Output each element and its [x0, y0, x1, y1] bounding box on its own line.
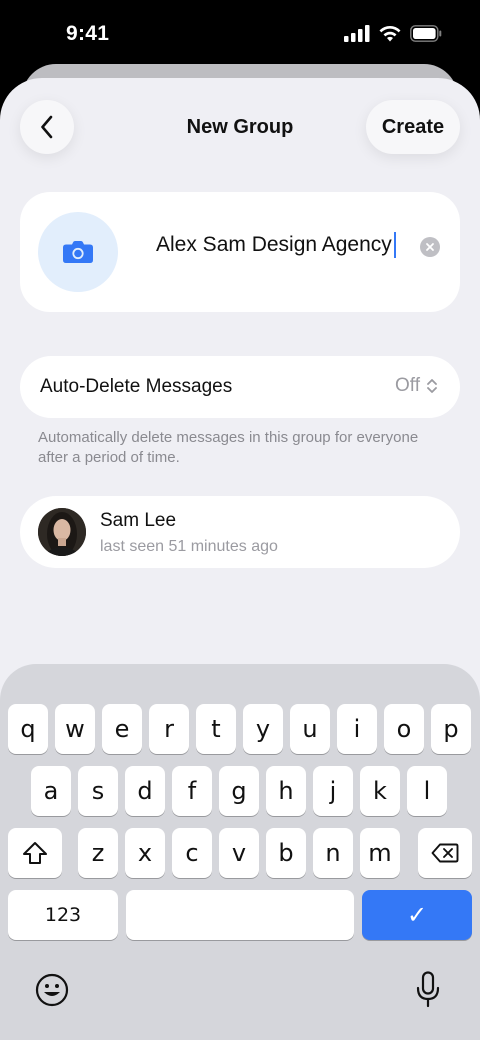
key-j[interactable]: j: [313, 766, 353, 816]
key-b[interactable]: b: [266, 828, 306, 878]
status-time: 9:41: [66, 22, 110, 45]
new-group-sheet: New Group Create Alex Sam Design Agency …: [0, 78, 480, 1040]
key-i[interactable]: i: [337, 704, 377, 754]
auto-delete-selector[interactable]: Off: [395, 375, 438, 397]
key-v[interactable]: v: [219, 828, 259, 878]
key-n[interactable]: n: [313, 828, 353, 878]
key-w[interactable]: w: [55, 704, 95, 754]
avatar: [38, 508, 86, 556]
battery-icon: [410, 25, 442, 42]
key-u[interactable]: u: [290, 704, 330, 754]
close-icon: [426, 243, 434, 251]
key-c[interactable]: c: [172, 828, 212, 878]
shift-key[interactable]: [8, 828, 62, 878]
member-last-seen: last seen 51 minutes ago: [100, 538, 278, 555]
emoji-icon: [35, 973, 69, 1007]
shift-icon: [23, 842, 47, 864]
backspace-icon: [431, 843, 459, 863]
key-m[interactable]: m: [360, 828, 400, 878]
key-x[interactable]: x: [125, 828, 165, 878]
delete-key[interactable]: [418, 828, 472, 878]
key-z[interactable]: z: [78, 828, 118, 878]
group-name-input[interactable]: Alex Sam Design Agency: [156, 232, 396, 258]
key-g[interactable]: g: [219, 766, 259, 816]
microphone-icon: [416, 971, 440, 1008]
status-bar: 9:41: [0, 0, 480, 70]
key-a[interactable]: a: [31, 766, 71, 816]
member-name: Sam Lee: [100, 510, 177, 531]
clear-text-button[interactable]: [420, 237, 440, 257]
key-h[interactable]: h: [266, 766, 306, 816]
emoji-button[interactable]: [32, 970, 72, 1010]
key-p[interactable]: p: [431, 704, 471, 754]
key-r[interactable]: r: [149, 704, 189, 754]
key-q[interactable]: q: [8, 704, 48, 754]
numbers-key[interactable]: 123: [8, 890, 118, 940]
chevron-up-down-icon: [427, 379, 437, 393]
auto-delete-label: Auto-Delete Messages: [40, 376, 233, 397]
key-k[interactable]: k: [360, 766, 400, 816]
text-caret: [393, 232, 396, 258]
key-l[interactable]: l: [407, 766, 447, 816]
key-y[interactable]: y: [243, 704, 283, 754]
set-photo-button[interactable]: [38, 212, 118, 292]
on-screen-keyboard: qwertyuiop asdfghjkl zxcvbnm 123 ✓: [0, 664, 480, 1040]
auto-delete-value: Off: [395, 375, 420, 396]
auto-delete-row[interactable]: Auto-Delete Messages Off: [20, 356, 460, 418]
cellular-signal-icon: [344, 25, 370, 42]
space-bar[interactable]: [126, 890, 354, 940]
key-e[interactable]: e: [102, 704, 142, 754]
create-button[interactable]: Create: [366, 100, 460, 154]
group-name-text: Alex Sam Design Agency: [156, 233, 392, 256]
key-t[interactable]: t: [196, 704, 236, 754]
key-f[interactable]: f: [172, 766, 212, 816]
key-s[interactable]: s: [78, 766, 118, 816]
wifi-icon: [379, 26, 401, 42]
dictation-button[interactable]: [408, 968, 448, 1012]
key-o[interactable]: o: [384, 704, 424, 754]
auto-delete-hint: Automatically delete messages in this gr…: [38, 429, 419, 466]
status-icons: [344, 25, 442, 42]
done-key[interactable]: ✓: [362, 890, 472, 940]
member-row[interactable]: Sam Lee last seen 51 minutes ago: [20, 496, 460, 568]
key-d[interactable]: d: [125, 766, 165, 816]
group-name-card: Alex Sam Design Agency: [20, 192, 460, 312]
camera-icon: [63, 241, 93, 263]
